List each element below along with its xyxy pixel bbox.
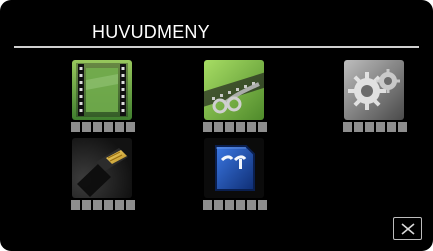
placeholder-block <box>343 122 352 132</box>
edit-icon <box>204 60 264 120</box>
placeholder-block <box>82 200 91 210</box>
menu-label-placeholder <box>198 200 272 210</box>
placeholder-block <box>93 200 102 210</box>
placeholder-block <box>236 200 245 210</box>
close-icon <box>401 223 415 235</box>
placeholder-block <box>71 122 80 132</box>
main-menu-screen: HUVUDMENY <box>0 0 433 251</box>
placeholder-block <box>376 122 385 132</box>
hdmi-icon <box>72 138 132 198</box>
sd-card-icon <box>204 138 264 198</box>
placeholder-block <box>247 122 256 132</box>
placeholder-block <box>225 122 234 132</box>
menu-label-placeholder <box>66 122 140 132</box>
placeholder-block <box>387 122 396 132</box>
placeholder-block <box>115 122 124 132</box>
placeholder-block <box>214 122 223 132</box>
menu-item-movie[interactable] <box>66 60 140 146</box>
placeholder-block <box>104 200 113 210</box>
placeholder-block <box>398 122 407 132</box>
placeholder-block <box>104 122 113 132</box>
placeholder-block <box>93 122 102 132</box>
menu-item-hdmi[interactable] <box>66 138 140 224</box>
placeholder-block <box>247 200 256 210</box>
setup-gear-icon <box>344 60 404 120</box>
close-button[interactable] <box>393 217 422 240</box>
movie-icon <box>72 60 132 120</box>
placeholder-block <box>225 200 234 210</box>
placeholder-block <box>214 200 223 210</box>
placeholder-block <box>126 122 135 132</box>
placeholder-block <box>365 122 374 132</box>
placeholder-block <box>236 122 245 132</box>
menu-item-edit[interactable] <box>198 60 272 146</box>
menu-item-setup[interactable] <box>338 60 412 146</box>
placeholder-block <box>115 200 124 210</box>
placeholder-block <box>258 122 267 132</box>
menu-label-placeholder <box>338 122 412 132</box>
placeholder-block <box>82 122 91 132</box>
page-title: HUVUDMENY <box>92 22 210 42</box>
title-bar: HUVUDMENY <box>14 16 419 48</box>
placeholder-block <box>258 200 267 210</box>
menu-label-placeholder <box>198 122 272 132</box>
menu-label-placeholder <box>66 200 140 210</box>
placeholder-block <box>354 122 363 132</box>
placeholder-block <box>126 200 135 210</box>
menu-item-sd-card[interactable] <box>198 138 272 224</box>
placeholder-block <box>203 122 212 132</box>
placeholder-block <box>203 200 212 210</box>
placeholder-block <box>71 200 80 210</box>
